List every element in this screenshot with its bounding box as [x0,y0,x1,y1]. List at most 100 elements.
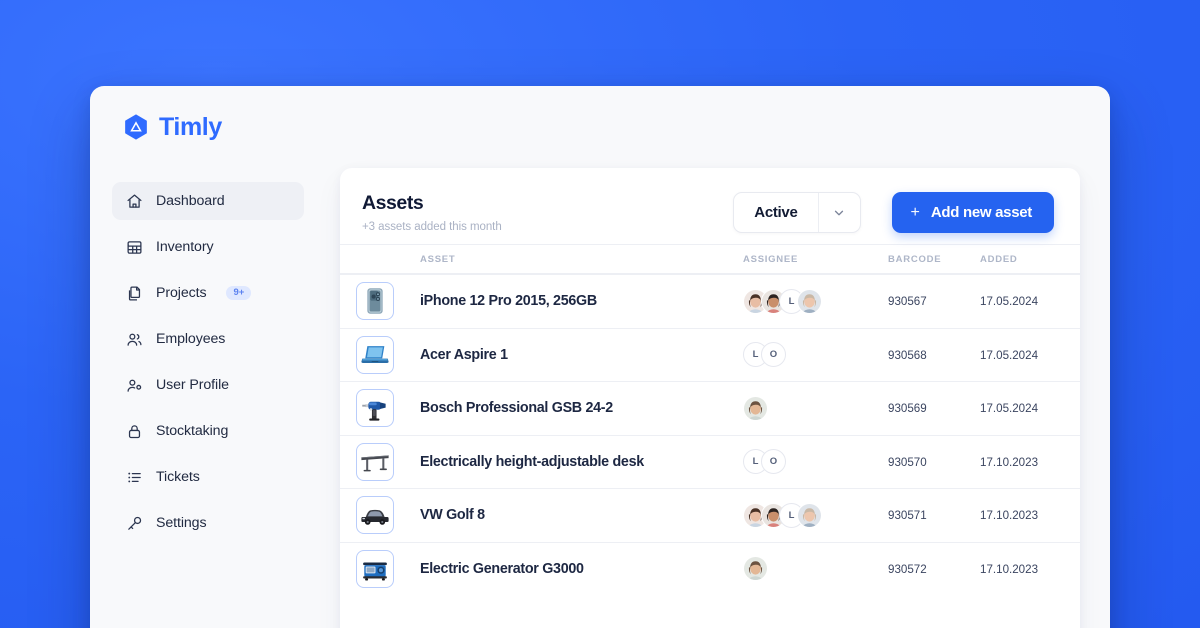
asset-name: Electric Generator G3000 [420,560,584,577]
assignee-cell[interactable]: L [743,502,888,528]
add-new-asset-button[interactable]: + Add new asset [891,192,1054,233]
barcode-value: 930567 [888,295,927,309]
avatar [797,502,822,528]
plus-icon: + [910,203,920,221]
avatar [743,556,768,582]
sidebar-item-settings[interactable]: Settings [112,504,304,542]
added-date-cell: 17.05.2024 [980,399,1080,417]
sidebar-item-inventory[interactable]: Inventory [112,228,304,266]
barcode-value: 930572 [888,562,927,576]
asset-thumbnail-cell [356,335,420,374]
home-icon [127,193,142,208]
table-row[interactable]: Electric Generator G3000 930572 17.10.202… [340,541,1080,596]
asset-name-cell: VW Golf 8 [420,506,743,524]
chevron-down-icon[interactable] [817,193,860,232]
assignee-cell[interactable]: L [743,288,888,314]
generator-thumb-icon [356,549,394,588]
page-background: Timly Dashboard Inventory Projects 9+ Em… [0,0,1200,628]
added-date-cell: 17.05.2024 [980,346,1080,364]
table-body: iPhone 12 Pro 2015, 256GB L 930567 17.05.… [340,274,1080,595]
brand-logo[interactable]: Timly [122,113,222,141]
page-title: Assets [362,192,424,214]
asset-thumbnail-cell [356,496,420,535]
status-filter-value: Active [754,204,798,221]
added-date-value: 17.10.2023 [980,509,1039,523]
assignee-cell[interactable] [743,556,888,582]
app-window: Timly Dashboard Inventory Projects 9+ Em… [90,86,1110,628]
added-date-cell: 17.10.2023 [980,453,1080,471]
sidebar-item-label: Stocktaking [156,423,229,439]
car-thumb-icon [356,496,394,535]
avatar-group: L [743,502,888,528]
barcode-cell: 930567 [888,292,980,310]
added-date-value: 17.05.2024 [980,348,1039,362]
app-body: Dashboard Inventory Projects 9+ Employee… [90,86,1110,628]
asset-name: VW Golf 8 [420,507,485,524]
avatar-group [743,395,888,421]
barcode-cell: 930572 [888,560,980,578]
header-actions: Active + Add new asset [733,190,1054,233]
table-row[interactable]: VW Golf 8 L 930571 17.10.2023 [340,488,1080,542]
sidebar-item-stocktaking[interactable]: Stocktaking [112,412,304,450]
asset-name-cell: Bosch Professional GSB 24-2 [420,399,743,417]
sidebar-item-label: Tickets [156,469,200,485]
user-gear-icon [127,379,142,392]
barcode-value: 930570 [888,455,927,469]
barcode-cell: 930571 [888,506,980,524]
table-row[interactable]: Bosch Professional GSB 24-2 930569 17.05.… [340,381,1080,435]
asset-name-cell: iPhone 12 Pro 2015, 256GB [420,292,743,310]
asset-thumbnail-cell [356,389,420,428]
desk-thumb-icon [356,442,394,481]
assignee-cell[interactable]: LO [743,449,888,475]
sidebar-item-label: Projects [156,285,207,301]
sidebar-item-employees[interactable]: Employees [112,320,304,358]
added-date-value: 17.05.2024 [980,402,1039,416]
timly-hexagon-logo-icon [125,114,147,140]
asset-name-cell: Acer Aspire 1 [420,346,743,364]
column-header-added: ADDED [980,253,1018,265]
table-row[interactable]: iPhone 12 Pro 2015, 256GB L 930567 17.05.… [340,274,1080,328]
avatar-initial: O [761,342,786,368]
title-block: Assets +3 assets added this month [362,190,502,233]
main-content: Assets +3 assets added this month Active [322,168,1110,628]
asset-name-cell: Electric Generator G3000 [420,560,743,578]
avatar-group: L [743,288,888,314]
barcode-value: 930571 [888,509,927,523]
barcode-cell: 930570 [888,453,980,471]
added-date-cell: 17.10.2023 [980,560,1080,578]
sidebar-item-label: Settings [156,515,207,531]
assets-subtitle: +3 assets added this month [362,221,502,233]
assignee-cell[interactable] [743,395,888,421]
sidebar-item-dashboard[interactable]: Dashboard [112,182,304,220]
column-header-asset: ASSET [420,253,456,265]
sidebar-item-label: Employees [156,331,226,347]
assignee-cell[interactable]: LO [743,342,888,368]
table-row[interactable]: Electrically height-adjustable desk L O 930… [340,434,1080,489]
asset-name: Bosch Professional GSB 24-2 [420,400,613,417]
list-icon [128,472,141,482]
avatar-group [743,556,888,582]
avatar-group: LO [743,342,888,368]
table-row[interactable]: Acer Aspire 1 L O 930568 17.05.2024 [340,327,1080,382]
iphone-thumb-icon [356,282,394,321]
added-date-cell: 17.05.2024 [980,292,1080,310]
added-date-value: 17.10.2023 [980,562,1039,576]
asset-thumbnail-cell [356,549,420,588]
assets-card: Assets +3 assets added this month Active [340,168,1080,628]
asset-thumbnail-cell [356,442,420,481]
sidebar-item-user-profile[interactable]: User Profile [112,366,304,404]
add-new-asset-label: Add new asset [930,204,1032,221]
asset-name: iPhone 12 Pro 2015, 256GB [420,293,597,310]
sidebar-badge-projects: 9+ [226,285,252,301]
sidebar-item-tickets[interactable]: Tickets [112,458,304,496]
laptop-thumb-icon [356,335,394,374]
avatar [797,288,822,314]
added-date-cell: 17.10.2023 [980,506,1080,524]
status-filter-select[interactable]: Active [733,192,861,233]
brand-name: Timly [159,112,222,141]
barcode-cell: 930569 [888,399,980,417]
added-date-value: 17.05.2024 [980,295,1039,309]
asset-name: Electrically height-adjustable desk [420,453,644,470]
sidebar-item-projects[interactable]: Projects 9+ [112,274,304,312]
copy-icon [128,285,141,301]
